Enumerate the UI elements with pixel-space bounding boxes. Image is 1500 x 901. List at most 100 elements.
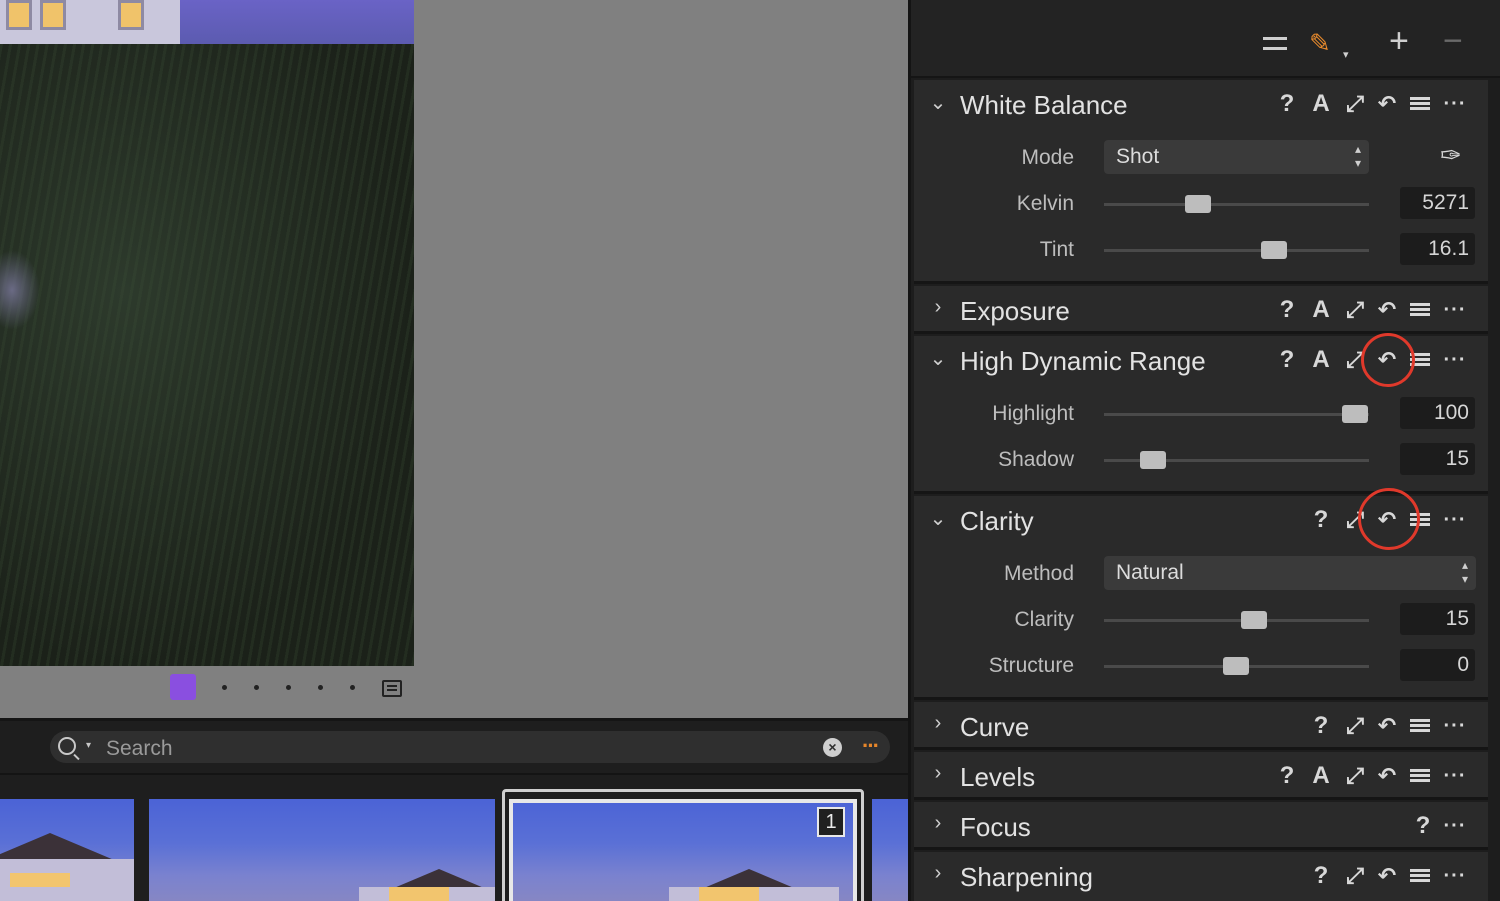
tool-title: Curve xyxy=(960,712,1030,742)
clarity-slider-handle[interactable] xyxy=(1241,611,1267,629)
rating-dot[interactable] xyxy=(222,685,227,690)
help-icon[interactable]: ? xyxy=(1274,296,1300,324)
chevron-right-icon[interactable]: › xyxy=(928,812,948,835)
more-options-icon[interactable]: ··· xyxy=(1442,90,1468,118)
tint-value-field[interactable]: 16.1 xyxy=(1400,233,1475,265)
highlight-slider-handle[interactable] xyxy=(1342,405,1368,423)
tint-slider[interactable] xyxy=(1104,241,1369,259)
copy-apply-icon[interactable]: ⤢ xyxy=(1342,90,1368,118)
rating-dot[interactable] xyxy=(254,685,259,690)
auto-adjust-icon[interactable]: A xyxy=(1308,296,1334,324)
help-icon[interactable]: ? xyxy=(1410,812,1436,840)
structure-value-field[interactable]: 0 xyxy=(1400,649,1475,681)
copy-apply-icon[interactable]: ⤢ xyxy=(1342,296,1368,324)
brush-icon[interactable]: ✎ xyxy=(1309,28,1331,58)
clear-search-icon[interactable]: × xyxy=(823,738,842,757)
tint-slider-handle[interactable] xyxy=(1261,241,1287,259)
more-options-icon[interactable]: ··· xyxy=(1442,346,1468,374)
kelvin-value-field[interactable]: 5271 xyxy=(1400,187,1475,219)
eyedropper-icon[interactable]: ✑ xyxy=(1440,140,1462,171)
structure-slider-handle[interactable] xyxy=(1223,657,1249,675)
tool-header[interactable]: › Exposure ? A ⤢ ↶ ··· xyxy=(914,286,1488,334)
search-options-icon[interactable]: ··· xyxy=(862,733,880,759)
thumbnail[interactable] xyxy=(149,799,495,901)
help-icon[interactable]: ? xyxy=(1274,762,1300,790)
search-bar[interactable]: ▾ Search × ··· xyxy=(50,731,890,763)
help-icon[interactable]: ? xyxy=(1308,862,1334,890)
rating-dot[interactable] xyxy=(286,685,291,690)
minus-icon[interactable]: − xyxy=(1443,24,1463,58)
search-input[interactable]: Search xyxy=(106,737,173,761)
photo-window xyxy=(40,0,66,30)
tool-header[interactable]: › Levels ? A ⤢ ↶ ··· xyxy=(914,752,1488,800)
reset-icon[interactable]: ↶ xyxy=(1374,90,1400,118)
search-icon[interactable] xyxy=(58,737,76,755)
auto-adjust-icon[interactable]: A xyxy=(1308,90,1334,118)
rating-dot[interactable] xyxy=(350,685,355,690)
divider xyxy=(0,773,908,775)
more-options-icon[interactable]: ··· xyxy=(1442,506,1468,534)
presets-menu-icon[interactable] xyxy=(1410,97,1430,111)
chevron-down-icon[interactable]: ▾ xyxy=(86,740,91,751)
chevron-down-icon[interactable]: ⌄ xyxy=(928,506,948,531)
chevron-right-icon[interactable]: › xyxy=(928,862,948,885)
presets-menu-icon[interactable] xyxy=(1410,769,1430,783)
structure-slider[interactable] xyxy=(1104,657,1369,675)
rating-dot[interactable] xyxy=(318,685,323,690)
more-options-icon[interactable]: ··· xyxy=(1442,296,1468,324)
sliders-icon[interactable] xyxy=(1263,34,1287,56)
tool-header[interactable]: › Focus ? ··· xyxy=(914,802,1488,850)
kelvin-slider-handle[interactable] xyxy=(1185,195,1211,213)
color-tag-swatch[interactable] xyxy=(170,674,196,700)
reset-icon[interactable]: ↶ xyxy=(1374,296,1400,324)
presets-menu-icon[interactable] xyxy=(1410,303,1430,317)
chevron-down-icon[interactable]: ▾ xyxy=(1343,40,1349,70)
chevron-right-icon[interactable]: › xyxy=(928,762,948,785)
auto-adjust-icon[interactable]: A xyxy=(1308,762,1334,790)
copy-apply-icon[interactable]: ⤢ xyxy=(1342,712,1368,740)
highlight-value-field[interactable]: 100 xyxy=(1400,397,1475,429)
more-options-icon[interactable]: ··· xyxy=(1442,862,1468,890)
highlight-slider[interactable] xyxy=(1104,405,1369,423)
copy-apply-icon[interactable]: ⤢ xyxy=(1342,762,1368,790)
tool-header[interactable]: › Curve ? ⤢ ↶ ··· xyxy=(914,702,1488,750)
shadow-slider[interactable] xyxy=(1104,451,1369,469)
auto-adjust-icon[interactable]: A xyxy=(1308,346,1334,374)
copy-apply-icon[interactable]: ⤢ xyxy=(1342,862,1368,890)
more-options-icon[interactable]: ··· xyxy=(1442,712,1468,740)
mode-select[interactable]: Shot ▴ ▾ xyxy=(1104,140,1369,174)
help-icon[interactable]: ? xyxy=(1274,90,1300,118)
chevron-down-icon[interactable]: ⌄ xyxy=(928,346,948,371)
shadow-value-field[interactable]: 15 xyxy=(1400,443,1475,475)
method-select[interactable]: Natural ▴ ▾ xyxy=(1104,556,1476,590)
shadow-slider-handle[interactable] xyxy=(1140,451,1166,469)
more-options-icon[interactable]: ··· xyxy=(1442,762,1468,790)
kelvin-slider[interactable] xyxy=(1104,195,1369,213)
tool-header[interactable]: › Sharpening ? ⤢ ↶ ··· xyxy=(914,852,1488,900)
thumbnail[interactable] xyxy=(872,799,908,901)
more-options-icon[interactable]: ··· xyxy=(1442,812,1468,840)
photo-window xyxy=(6,0,32,30)
tool-header[interactable]: ⌄ White Balance ? A ⤢ ↶ ··· xyxy=(914,80,1488,128)
clarity-value-field[interactable]: 15 xyxy=(1400,603,1475,635)
clarity-slider[interactable] xyxy=(1104,611,1369,629)
reset-icon[interactable]: ↶ xyxy=(1374,712,1400,740)
presets-menu-icon[interactable] xyxy=(1410,719,1430,733)
preview-photo[interactable] xyxy=(0,0,414,666)
help-icon[interactable]: ? xyxy=(1308,712,1334,740)
presets-menu-icon[interactable] xyxy=(1410,869,1430,883)
photo-grass xyxy=(0,44,414,666)
structure-row: Structure 0 xyxy=(914,646,1488,686)
chevron-right-icon[interactable]: › xyxy=(928,712,948,735)
tint-label: Tint xyxy=(1039,238,1074,261)
plus-icon[interactable]: + xyxy=(1389,24,1409,58)
help-icon[interactable]: ? xyxy=(1308,506,1334,534)
reset-icon[interactable]: ↶ xyxy=(1374,762,1400,790)
metadata-list-icon[interactable] xyxy=(382,680,402,697)
thumbnail[interactable] xyxy=(0,799,134,901)
chevron-down-icon[interactable]: ⌄ xyxy=(928,90,948,115)
mode-select-value: Shot xyxy=(1116,145,1160,168)
chevron-right-icon[interactable]: › xyxy=(928,296,948,319)
reset-icon[interactable]: ↶ xyxy=(1374,862,1400,890)
help-icon[interactable]: ? xyxy=(1274,346,1300,374)
